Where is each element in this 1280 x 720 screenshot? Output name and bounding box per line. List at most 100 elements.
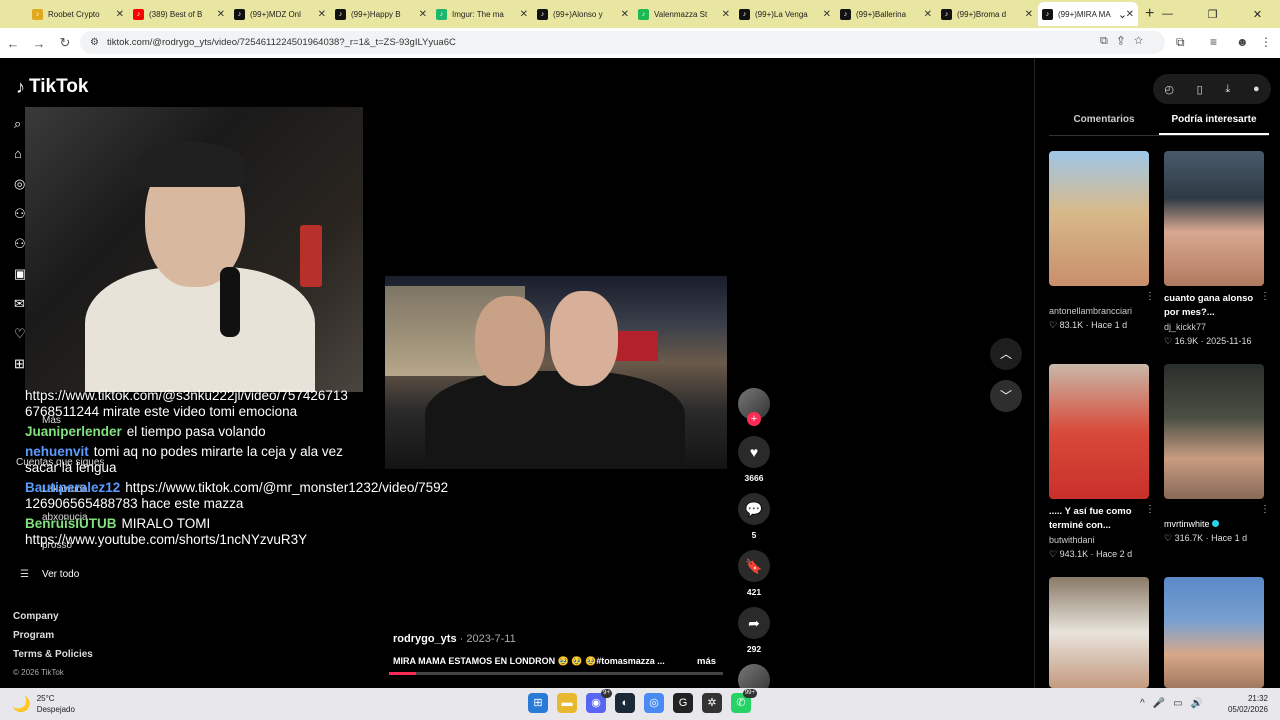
more-options-icon[interactable]: ⋮ [1145,504,1155,515]
file-explorer-icon[interactable]: ▬ [557,693,577,713]
back-icon[interactable]: ← [0,36,26,51]
caption-more-button[interactable]: más [697,656,716,667]
tab-close-icon[interactable]: ✕ [520,9,528,20]
tab-close-icon[interactable]: ✕ [116,9,124,20]
system-tray[interactable]: ^🎤▭🔊 [1140,698,1211,709]
tab-close-icon[interactable]: ✕ [1025,9,1033,20]
browser-tab[interactable]: ♪ (99+)Broma d ✕ [937,2,1037,26]
share-icon[interactable]: ➦ [738,607,770,639]
card-title[interactable]: ..... Y así fue como terminé con... [1049,505,1149,533]
minimize-button[interactable]: — [1145,8,1190,20]
card-username[interactable]: antonellambrancciari [1049,306,1149,316]
close-window-button[interactable]: ✕ [1235,8,1280,21]
download-icon[interactable]: ⤓ [1225,83,1230,96]
suggested-thumbnail[interactable] [1049,151,1149,286]
more-options-icon[interactable]: ⋮ [1260,291,1270,302]
follow-plus-icon[interactable]: + [747,412,761,426]
discord-icon[interactable]: ◉ 9+ [586,689,612,713]
see-all-link[interactable]: Ver todo [42,569,79,580]
save-action: 🔖 421 [738,550,770,597]
browser-tab[interactable]: ♪ (99+)MDZ Onl ✕ [230,2,330,26]
browser-tab[interactable]: ♪ Imgur: The ma ✕ [432,2,532,26]
tab-close-icon[interactable]: ✕ [217,9,225,20]
card-date: 2025-11-16 [1206,336,1252,346]
user-avatar-icon[interactable]: ● [1253,83,1260,95]
site-info-icon[interactable]: ⚙ [90,37,99,48]
app-wheel-icon[interactable]: ✲ [702,693,722,713]
browser-tab[interactable]: ♪ Roobet Crypto ✕ [28,2,128,26]
tab-comments[interactable]: Comentarios [1049,114,1159,135]
menu-icon[interactable]: ⋮ [1260,35,1272,49]
author-avatar[interactable]: + [738,388,770,426]
tab-close-icon[interactable]: ✕ [924,9,932,20]
previous-video-button[interactable]: ︿ [990,338,1022,370]
video-nav-arrows: ︿ ﹀ [990,338,1022,422]
browser-tab-bar: ♪ Roobet Crypto ✕ ♪ (389) Best of B ✕ ♪ (99+)MD… [0,0,1280,28]
clock-time: 21:32 [1247,694,1268,703]
bookmark-icon[interactable]: 🔖 [738,550,770,582]
suggested-video-card[interactable]: ⋮ antonellambrancciari ♡ 83.1K · Hace 1 … [1049,151,1155,331]
tab-close-icon[interactable]: ✕ [823,9,831,20]
browser-tab[interactable]: ♪ (389) Best of B ✕ [129,2,229,26]
media-icon[interactable]: ≡ [1210,35,1217,49]
profile-icon[interactable]: ☻ [1236,35,1249,49]
chrome-icon[interactable]: ◎ [644,693,664,713]
tab-close-icon[interactable]: ✕ [621,9,629,20]
card-likes: 16.9K [1174,336,1199,346]
more-options-icon[interactable]: ⋮ [1260,504,1270,515]
taskbar-clock[interactable]: 21:32 05/02/2026 [1228,693,1268,715]
heart-icon[interactable]: ♥ [738,436,770,468]
video-author-name[interactable]: rodrygo_yts [393,633,457,645]
tiktok-logo[interactable]: ♪ TikTok [16,76,88,98]
browser-tab[interactable]: ♪ (99+)Alonso y ✕ [533,2,633,26]
weather-widget[interactable]: 🌙 25°C Despejado [12,693,75,715]
suggested-video-card[interactable]: ⋮ mvrtinwhite ♡ 316.7K · Hace 1 d [1164,364,1270,544]
video-progress-bar[interactable] [389,672,723,675]
steam-icon[interactable]: ◐ [615,693,635,713]
whatsapp-icon[interactable]: ✆ 99+ [731,689,757,713]
tab-suggested[interactable]: Podría interesarte [1159,114,1269,135]
footer-program-link[interactable]: Program [13,630,93,641]
comment-icon[interactable]: 💬 [738,493,770,525]
tab-favicon-icon: ♪ [739,8,750,20]
card-username[interactable]: butwithdani [1049,535,1149,545]
tiktok-note-icon: ♪ [16,76,25,97]
start-icon[interactable]: ⊞ [528,693,548,713]
suggested-thumbnail[interactable] [1164,151,1264,286]
device-icon[interactable]: ▯ [1197,83,1203,96]
video-player[interactable] [385,276,727,469]
suggested-thumbnail[interactable] [1164,364,1264,499]
browser-tab[interactable]: ♪ Valenmazza St ✕ [634,2,734,26]
video-tools-pill: ◴ ▯ ⤓ ● [1153,74,1271,104]
footer-terms-link[interactable]: Terms & Policies [13,649,93,660]
suggested-video-card[interactable] [1049,577,1149,688]
suggested-video-card[interactable]: ⋮ ..... Y así fue como terminé con... bu… [1049,364,1155,560]
suggested-video-card[interactable]: ⋮ cuanto gana alonso por mes?... dj_kick… [1164,151,1270,347]
tab-search-icon[interactable]: ⌄ [1100,8,1145,21]
suggested-thumbnail[interactable] [1164,577,1264,688]
card-title[interactable]: cuanto gana alonso por mes?... [1164,292,1264,320]
maximize-button[interactable]: ❐ [1190,8,1235,21]
browser-tab[interactable]: ♪ (99+)La Venga ✕ [735,2,835,26]
suggested-thumbnail[interactable] [1049,364,1149,499]
suggested-video-card[interactable] [1164,577,1264,688]
reload-icon[interactable]: ↻ [52,35,78,51]
tab-favicon-icon: ♪ [840,8,851,20]
app-g-icon[interactable]: G [673,693,693,713]
url-input[interactable]: ⚙ tiktok.com/@rodrygo_yts/video/72546112… [80,31,1165,54]
tab-close-icon[interactable]: ✕ [318,9,326,20]
browser-tab[interactable]: ♪ (99+)Ballerina ✕ [836,2,936,26]
browser-tab[interactable]: ♪ (99+)Happy B ✕ [331,2,431,26]
card-username[interactable]: dj_kickk77 [1164,322,1264,332]
footer-company-link[interactable]: Company [13,611,93,622]
extensions-icon[interactable]: ⧉ [1176,35,1185,50]
more-options-icon[interactable]: ⋮ [1145,291,1155,302]
tab-close-icon[interactable]: ✕ [419,9,427,20]
suggested-thumbnail[interactable] [1049,577,1149,688]
next-video-button[interactable]: ﹀ [990,380,1022,412]
speed-icon[interactable]: ◴ [1164,83,1174,96]
card-username[interactable]: mvrtinwhite [1164,519,1264,529]
tab-close-icon[interactable]: ✕ [722,9,730,20]
forward-icon[interactable]: → [26,36,52,51]
card-date: Hace 2 d [1096,549,1133,559]
